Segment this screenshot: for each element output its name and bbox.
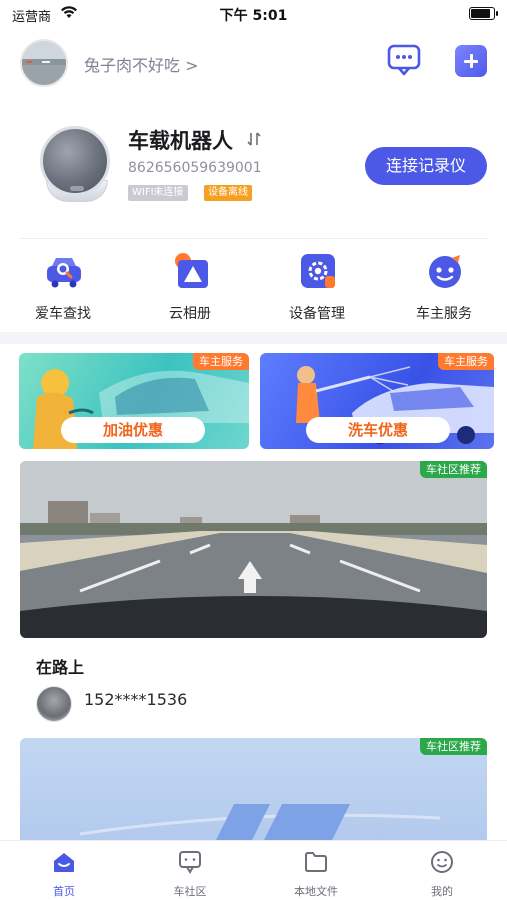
home-icon	[54, 853, 74, 872]
post-title[interactable]: 在路上	[36, 654, 84, 678]
tab-community[interactable]: 车社区	[127, 841, 253, 900]
tab-label: 车社区	[173, 885, 207, 898]
fuel-discount-label: 加油优惠	[61, 417, 205, 443]
road-dashcam-image	[20, 461, 487, 638]
section-separator	[0, 332, 507, 344]
post-image[interactable]: 车社区推荐	[20, 461, 487, 638]
connect-recorder-button[interactable]: 连接记录仪	[365, 147, 487, 185]
tab-profile[interactable]: 我的	[379, 841, 505, 900]
robot-device-image	[40, 126, 114, 204]
menu-label: 云相册	[169, 306, 211, 322]
author-avatar[interactable]	[36, 686, 72, 722]
avatar-road-image	[22, 41, 66, 85]
swap-signal-icon	[247, 132, 261, 146]
post-image[interactable]: 车社区推荐	[20, 738, 487, 848]
community-chat-icon	[179, 851, 201, 874]
menu-device-management[interactable]: 设备管理	[267, 252, 367, 324]
message-icon[interactable]	[387, 44, 421, 76]
tab-home[interactable]: 首页	[1, 841, 127, 900]
community-tag: 车社区推荐	[420, 461, 487, 478]
device-settings-icon	[301, 254, 335, 288]
post-illustration	[79, 804, 441, 840]
tab-label: 首页	[53, 885, 75, 898]
owner-service-icon	[429, 255, 461, 288]
menu-car-search[interactable]: 爱车查找	[13, 252, 113, 324]
device-name: 车载机器人	[128, 129, 233, 153]
tab-local-files[interactable]: 本地文件	[253, 841, 379, 900]
profile-face-icon	[431, 851, 453, 873]
user-avatar[interactable]	[20, 39, 68, 87]
tab-label: 我的	[431, 885, 453, 898]
car-wash-discount-label: 洗车优惠	[306, 417, 450, 443]
user-name-link[interactable]: 兔子肉不好吃 >	[84, 52, 199, 76]
car-wash-banner[interactable]: 车主服务 洗车优惠	[260, 353, 494, 449]
car-search-icon	[47, 258, 81, 288]
menu-cloud-album[interactable]: 云相册	[140, 252, 240, 324]
fuel-discount-banner[interactable]: 车主服务 加油优惠	[19, 353, 249, 449]
clock: 下午 5:01	[219, 8, 288, 24]
post-author[interactable]: 152****1536	[84, 690, 187, 709]
community-tag: 车社区推荐	[420, 738, 487, 755]
menu-owner-service[interactable]: 车主服务	[394, 252, 494, 324]
menu-label: 爱车查找	[35, 306, 91, 322]
divider	[20, 238, 487, 239]
cloud-album-icon	[175, 253, 208, 288]
battery-icon	[469, 7, 498, 20]
menu-label: 车主服务	[416, 306, 472, 322]
wifi-status-badge: WIFI未连接	[128, 185, 188, 201]
promo-tag: 车主服务	[438, 353, 494, 370]
add-device-button[interactable]	[455, 45, 487, 77]
menu-label: 设备管理	[289, 306, 345, 322]
device-id: 862656059639001	[128, 160, 262, 176]
promo-tag: 车主服务	[193, 353, 249, 370]
tab-label: 本地文件	[294, 885, 338, 898]
tab-bar: 首页 车社区 本地文件 我的	[0, 840, 507, 900]
folder-icon	[305, 852, 327, 872]
device-status-badge: 设备离线	[204, 185, 252, 201]
status-bar: 运营商 下午 5:01	[0, 0, 507, 28]
